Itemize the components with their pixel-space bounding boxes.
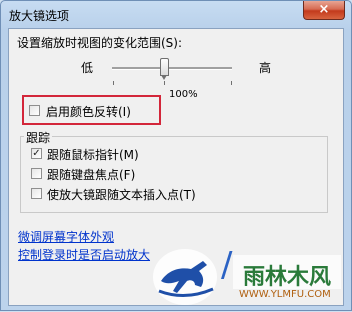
follow-keyboard-checkbox[interactable] (31, 168, 42, 179)
font-appearance-link[interactable]: 微调屏幕字体外观 (18, 228, 114, 245)
follow-text-cursor-checkbox[interactable] (31, 188, 42, 199)
zoom-high-label: 高 (259, 61, 272, 75)
zoom-slider-thumb[interactable] (160, 58, 169, 80)
title-bar[interactable]: 放大镜选项 × (1, 1, 351, 29)
slider-tick (113, 81, 114, 85)
invert-colors-checkbox[interactable] (29, 105, 40, 116)
watermark: / 雨林木风 WWW.YLMFU.COM (147, 239, 343, 309)
zoom-low-label: 低 (81, 61, 94, 75)
tracking-legend: 跟踪 (24, 129, 53, 146)
window-title: 放大镜选项 (9, 9, 70, 23)
zoom-slider-track[interactable] (112, 67, 232, 70)
follow-mouse-checkbox[interactable]: ✓ (31, 148, 42, 159)
follow-mouse-label[interactable]: 跟随鼠标指针(M) (47, 146, 139, 163)
slider-tick (164, 81, 165, 85)
slider-tick (231, 81, 232, 85)
close-icon: × (318, 2, 330, 17)
zoom-range-label: 设置缩放时视图的变化范围(S): (17, 36, 183, 50)
watermark-brand: 雨林木风 (243, 265, 332, 290)
magnifier-options-window: 放大镜选项 × 设置缩放时视图的变化范围(S): 低 高 100% 启用颜色反转… (0, 0, 352, 311)
check-icon: ✓ (32, 148, 41, 159)
watermark-url: WWW.YLMFU.COM (239, 289, 331, 300)
close-button[interactable]: × (303, 1, 345, 20)
follow-keyboard-label[interactable]: 跟随键盘焦点(F) (47, 166, 135, 183)
invert-colors-label[interactable]: 启用颜色反转(I) (46, 103, 131, 120)
watermark-partial-glyph: / (221, 245, 233, 285)
follow-text-cursor-label[interactable]: 使放大镜跟随文本插入点(T) (47, 186, 196, 203)
zoom-value-label: 100% (169, 89, 198, 100)
startup-link[interactable]: 控制登录时是否启动放大 (18, 246, 150, 263)
